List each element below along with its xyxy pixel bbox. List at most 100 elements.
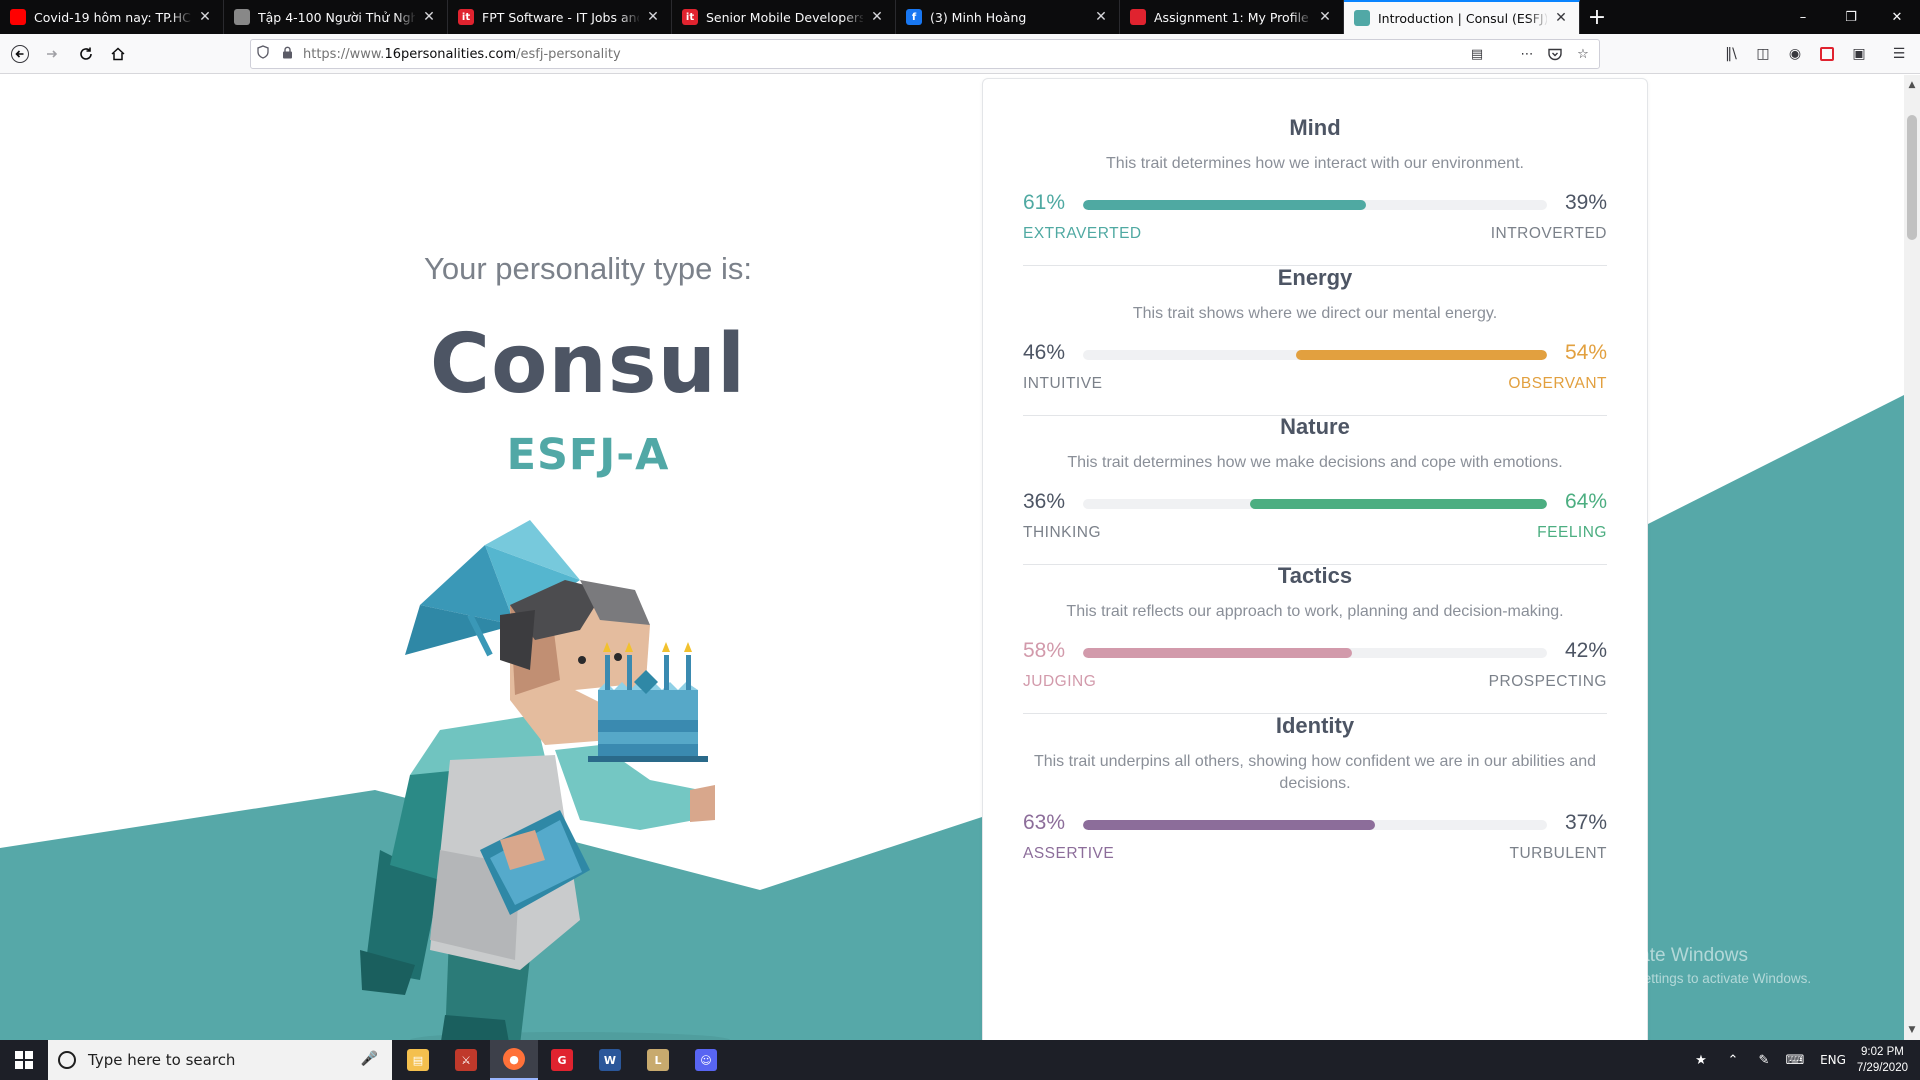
taskbar-app-button[interactable]: G	[538, 1040, 586, 1080]
taskbar-app-button[interactable]: ☺	[682, 1040, 730, 1080]
trait-left-label: ASSERTIVE	[1023, 845, 1115, 862]
league-icon: L	[647, 1049, 669, 1071]
trait-right-percent: 64%	[1564, 490, 1607, 513]
people-icon[interactable]: ★	[1688, 1040, 1714, 1080]
close-window-button[interactable]: ✕	[1874, 0, 1920, 34]
url-prefix: https://www.	[303, 46, 385, 62]
taskbar-app-button[interactable]: L	[634, 1040, 682, 1080]
trait-left-percent: 36%	[1023, 490, 1066, 513]
close-tab-icon[interactable]: ✕	[421, 9, 437, 25]
reload-icon	[80, 47, 92, 60]
reader-view-icon[interactable]: ▤	[1465, 43, 1489, 65]
close-tab-icon[interactable]: ✕	[1093, 9, 1109, 25]
tab-title-fade	[843, 0, 865, 34]
trait-description: This trait reflects our approach to work…	[1066, 603, 1564, 620]
generic-site-icon	[234, 9, 250, 25]
home-button[interactable]	[102, 38, 134, 70]
minimize-button[interactable]: –	[1780, 0, 1826, 34]
trait-progress-bar	[1083, 200, 1547, 210]
game-app-icon: ⚔	[455, 1049, 477, 1071]
trait-description: This trait shows where we direct our men…	[1132, 305, 1498, 322]
watermark-title: Activate Windows	[1598, 945, 1748, 966]
url-text[interactable]: https://www.16personalities.com/esfj-per…	[303, 47, 621, 62]
trait-bar-row: 36% 64%	[1023, 490, 1607, 520]
browser-tab[interactable]: Assignment 1: My Profile ✕	[1120, 0, 1344, 34]
close-tab-icon[interactable]: ✕	[869, 9, 885, 25]
trait-progress-bar	[1083, 820, 1547, 830]
scroll-down-arrow-icon[interactable]: ▼	[1904, 1022, 1920, 1038]
trait-left-percent: 61%	[1023, 191, 1066, 214]
taskbar-search-box[interactable]: Type here to search 🎤	[48, 1040, 392, 1080]
firefox-icon: ●	[503, 1048, 525, 1070]
pen-icon[interactable]: ✎	[1752, 1040, 1776, 1080]
taskbar-app-button[interactable]: W	[586, 1040, 634, 1080]
shield-icon[interactable]	[251, 45, 275, 63]
facebook-icon: f	[906, 9, 922, 25]
trait-right-percent: 39%	[1564, 191, 1607, 214]
scrollbar-thumb[interactable]	[1907, 115, 1917, 240]
tab-title: (3) Minh Hoàng	[930, 9, 1027, 25]
itviec-icon: it	[458, 9, 474, 25]
sidebar-icon[interactable]: ◫	[1748, 38, 1778, 70]
search-placeholder: Type here to search	[88, 1051, 236, 1069]
pocket-icon[interactable]	[1543, 43, 1567, 65]
close-tab-icon[interactable]: ✕	[197, 9, 213, 25]
new-tab-button[interactable]: +	[1580, 0, 1614, 34]
scroll-up-arrow-icon[interactable]: ▲	[1904, 77, 1920, 93]
taskbar-app-button[interactable]: ●	[490, 1040, 538, 1080]
trait-left-label: EXTRAVERTED	[1023, 225, 1142, 242]
library-icon[interactable]: ‖\	[1716, 38, 1746, 70]
page-scrollbar[interactable]: ▲ ▼	[1904, 75, 1920, 1040]
close-tab-icon[interactable]: ✕	[1317, 9, 1333, 25]
tab-title-fade	[619, 0, 641, 34]
language-indicator[interactable]: ENG	[1814, 1040, 1852, 1080]
trait-bar-row: 58% 42%	[1023, 639, 1607, 669]
trait-progress-fill	[1083, 820, 1376, 830]
trait-labels: JUDGING PROSPECTING	[1023, 673, 1607, 693]
discord-icon: ☺	[695, 1049, 717, 1071]
reload-button[interactable]	[70, 38, 102, 70]
clock-time: 9:02 PM	[1861, 1046, 1904, 1058]
taskbar-app-button[interactable]: ⚔	[442, 1040, 490, 1080]
windows-taskbar: Type here to search 🎤 ▤ ⚔ ● G W L ☺ ★ ⌃ ✎ ⌨ EN…	[0, 1040, 1920, 1080]
browser-tab[interactable]: Introduction | Consul (ESFJ) Pe ✕	[1344, 0, 1580, 34]
menu-icon[interactable]: ☰	[1884, 38, 1914, 70]
trait-progress-bar	[1083, 350, 1547, 360]
bookmark-star-icon[interactable]: ☆	[1571, 43, 1595, 65]
extension-red-icon[interactable]	[1812, 38, 1842, 70]
keyboard-icon[interactable]: ⌨	[1782, 1040, 1808, 1080]
trait-section-mind: Mind This trait determines how we interac…	[1023, 115, 1607, 266]
page-actions-icon[interactable]: ⋯	[1515, 43, 1539, 65]
browser-tab[interactable]: Covid-19 hôm nay: TP.HCM, H ✕	[0, 0, 224, 34]
microphone-icon[interactable]: 🎤	[361, 1051, 378, 1067]
trait-section-energy: Energy This trait shows where we direct o…	[1023, 265, 1607, 416]
browser-tab[interactable]: it Senior Mobile Developers (iOS, ✕	[672, 0, 896, 34]
forward-button[interactable]	[36, 38, 68, 70]
taskbar-app-button[interactable]: ▤	[394, 1040, 442, 1080]
restore-button[interactable]: ❐	[1828, 0, 1874, 34]
close-tab-icon[interactable]: ✕	[1553, 10, 1569, 26]
browser-tab[interactable]: it FPT Software - IT Jobs and Con ✕	[448, 0, 672, 34]
browser-tab[interactable]: Tập 4-100 Người Thử Nghiệm ✕	[224, 0, 448, 34]
start-button[interactable]	[0, 1040, 48, 1080]
trait-bar-row: 61% 39%	[1023, 191, 1607, 221]
16personalities-icon	[1354, 10, 1370, 26]
show-hidden-icons-chevron-icon[interactable]: ⌃	[1722, 1040, 1744, 1080]
extension-icon[interactable]: ▣	[1844, 38, 1874, 70]
garena-icon: G	[551, 1049, 573, 1071]
address-bar[interactable]: https://www.16personalities.com/esfj-per…	[250, 39, 1600, 69]
lock-icon[interactable]	[275, 46, 299, 63]
trait-progress-fill	[1296, 350, 1547, 360]
traits-card: Mind This trait determines how we interac…	[982, 78, 1648, 1040]
browser-tab[interactable]: f (3) Minh Hoàng ✕	[896, 0, 1120, 34]
page-viewport: Your personality type is: Consul ESFJ-A	[0, 75, 1904, 1040]
account-icon[interactable]: ◉	[1780, 38, 1810, 70]
back-button[interactable]	[4, 38, 36, 70]
trait-right-label: PROSPECTING	[1488, 673, 1607, 690]
trait-labels: INTUITIVE OBSERVANT	[1023, 375, 1607, 395]
close-tab-icon[interactable]: ✕	[645, 9, 661, 25]
file-explorer-icon: ▤	[407, 1049, 429, 1071]
word-icon: W	[599, 1049, 621, 1071]
system-clock[interactable]: 9:02 PM 7/29/2020	[1857, 1044, 1908, 1076]
